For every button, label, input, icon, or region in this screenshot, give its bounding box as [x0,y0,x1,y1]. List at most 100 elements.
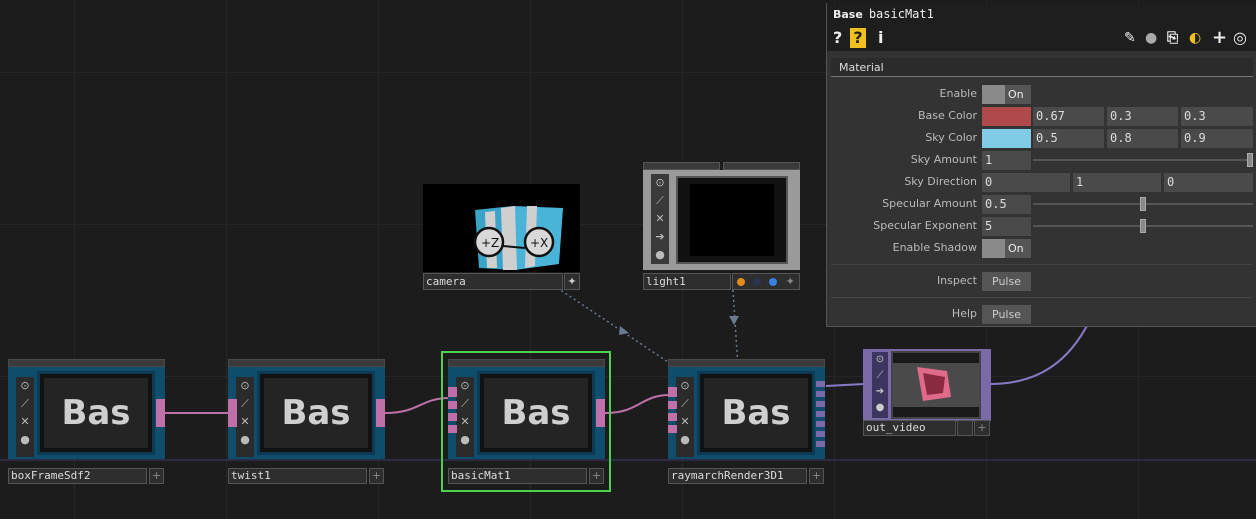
node-basic-mat[interactable]: ⊙ ⟋ ✕ ● Bas basicMat1 + [448,359,605,485]
camera-preview[interactable]: +Z +X [423,184,580,272]
input-port-1[interactable] [448,387,457,397]
close-icon[interactable]: ✕ [456,413,474,431]
output-port-1[interactable] [982,373,991,382]
output-port-7[interactable] [816,441,825,447]
sky-direction-y[interactable]: 1 [1073,173,1161,192]
add-icon[interactable]: + [589,468,604,484]
sky-amount-slider[interactable] [1033,159,1253,161]
lock-icon[interactable]: ⟋ [872,368,888,384]
help-icon[interactable]: ? [833,28,842,48]
add-parameter-icon[interactable]: + [1212,28,1227,48]
bypass-icon[interactable]: ⊙ [872,352,888,368]
input-port-4[interactable] [448,425,457,433]
node-viewer[interactable]: Bas [477,371,595,455]
close-icon[interactable]: ✕ [676,413,694,431]
node-viewer[interactable]: Bas [37,371,155,455]
node-label[interactable]: twist1 [228,468,367,484]
bypass-icon[interactable]: ⊙ [676,377,694,395]
node-label[interactable]: light1 [643,273,731,290]
output-port-5[interactable] [816,421,825,427]
display-icon[interactable]: ● [16,431,34,449]
inspect-pulse-button[interactable]: Pulse [982,272,1031,291]
specular-amount-slider-handle[interactable] [1140,197,1146,211]
flag-icon[interactable] [957,420,973,436]
dark-flag-icon[interactable] [753,277,762,286]
node-viewer[interactable]: Bas [257,371,375,455]
input-port-2[interactable] [668,401,677,409]
add-icon[interactable]: ✦ [564,273,580,290]
bypass-icon[interactable]: ⊙ [456,377,474,395]
enable-shadow-toggle[interactable]: On [982,239,1031,258]
add-icon[interactable]: + [369,468,384,484]
panel-op-name[interactable]: basicMat1 [869,7,934,21]
node-label[interactable]: basicMat1 [448,468,587,484]
lock-icon[interactable]: ⟋ [236,395,254,413]
clipboard-icon[interactable]: ⎘ [1167,28,1178,48]
node-viewer[interactable]: Bas [697,371,815,455]
orange-flag-icon[interactable] [737,277,746,286]
display-icon[interactable]: ● [651,246,669,264]
base-color-swatch[interactable] [982,107,1031,126]
close-icon[interactable]: ✕ [236,413,254,431]
edit-icon[interactable]: ✎ [1124,28,1136,48]
display-icon[interactable]: ● [456,431,474,449]
op-help-icon[interactable]: ? [850,28,866,48]
out-video-viewer[interactable] [891,351,981,419]
node-label[interactable]: out_video [863,420,956,436]
output-port[interactable] [376,399,385,427]
output-port[interactable] [156,399,165,427]
specular-exponent-field[interactable]: 5 [982,217,1031,236]
add-icon[interactable]: ✦ [786,275,795,288]
help-pulse-button[interactable]: Pulse [982,305,1031,324]
base-color-r[interactable]: 0.67 [1033,107,1104,126]
comment-icon[interactable]: ● [1145,28,1157,48]
arrow-right-icon[interactable]: ➔ [872,384,888,400]
output-port[interactable] [596,399,605,427]
target-icon[interactable]: ◎ [1233,28,1247,48]
node-out-video[interactable]: ⊙ ⟋ ➔ ● out_video + [863,347,991,437]
specular-amount-field[interactable]: 0.5 [982,195,1031,214]
input-port-3[interactable] [668,413,677,421]
light-viewer[interactable] [676,176,788,264]
sky-amount-slider-handle[interactable] [1247,153,1253,167]
node-label[interactable]: camera [423,273,563,290]
enable-toggle[interactable]: On [982,85,1031,104]
display-icon[interactable]: ● [872,400,888,416]
output-port-1[interactable] [816,381,825,387]
sky-direction-x[interactable]: 0 [982,173,1070,192]
lock-icon[interactable]: ⟋ [16,395,34,413]
close-icon[interactable]: ✕ [16,413,34,431]
lock-icon[interactable]: ⟋ [651,192,669,210]
output-port-2[interactable] [816,391,825,397]
node-twist[interactable]: ⊙ ⟋ ✕ ● Bas twist1 + [228,359,385,485]
input-port-1[interactable] [668,387,677,397]
lock-icon[interactable]: ⟋ [676,395,694,413]
node-camera[interactable]: +Z +X camera ✦ [423,184,580,290]
sky-color-b[interactable]: 0.9 [1181,129,1253,148]
sky-color-r[interactable]: 0.5 [1033,129,1104,148]
node-label[interactable]: raymarchRender3D1 [668,468,807,484]
input-port-3[interactable] [448,413,457,421]
bypass-icon[interactable]: ⊙ [236,377,254,395]
bypass-icon[interactable]: ⊙ [651,174,669,192]
output-port-4[interactable] [816,411,825,417]
python-icon[interactable]: ◐ [1189,28,1201,48]
input-port-2[interactable] [448,401,457,409]
arrow-right-icon[interactable]: ➔ [651,228,669,246]
bypass-icon[interactable]: ⊙ [16,377,34,395]
output-port-2[interactable] [982,387,991,396]
node-box-frame-sdf[interactable]: ⊙ ⟋ ✕ ● Bas boxFrameSdf2 + [8,359,165,485]
node-raymarch-render[interactable]: ⊙ ⟋ ✕ ● Bas raymarchRender3D1 + [668,359,825,485]
sky-color-g[interactable]: 0.8 [1107,129,1178,148]
specular-exponent-slider-handle[interactable] [1140,219,1146,233]
info-icon[interactable]: i [878,28,883,48]
display-icon[interactable]: ● [236,431,254,449]
input-port-4[interactable] [668,425,677,433]
add-icon[interactable]: + [149,468,164,484]
add-icon[interactable]: + [974,420,990,436]
input-port[interactable] [228,399,237,427]
output-port-3[interactable] [816,401,825,407]
node-light[interactable]: ⊙ ⟋ ✕ ➔ ● light1 ✦ [643,162,800,290]
sky-amount-field[interactable]: 1 [982,151,1031,170]
display-icon[interactable]: ● [676,431,694,449]
